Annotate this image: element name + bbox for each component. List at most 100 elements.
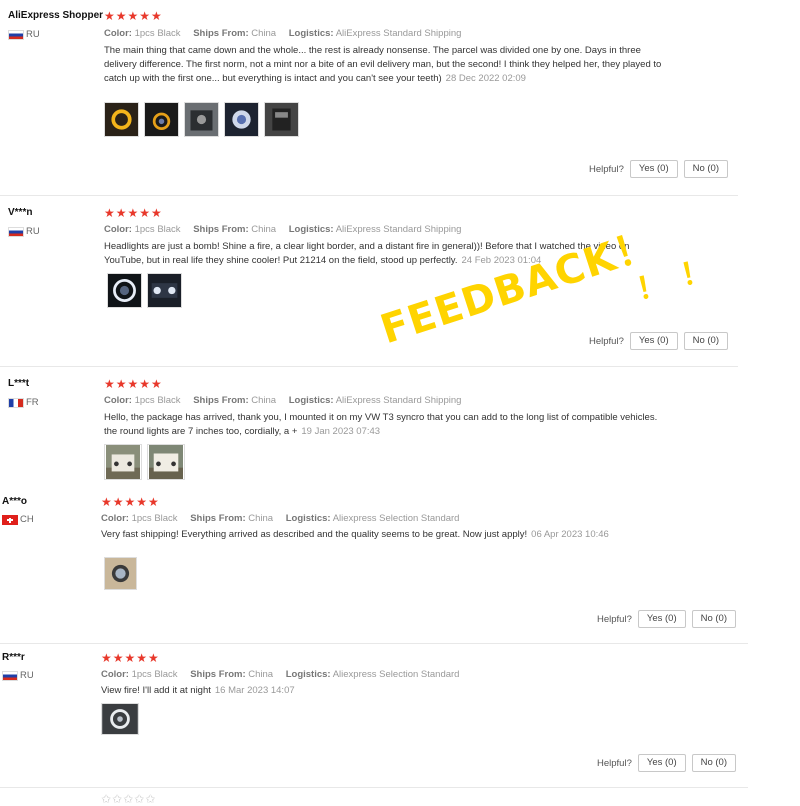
review-photo[interactable] [224,102,259,137]
star-rating: ★★★★★ [101,495,160,509]
review-photos [104,444,185,480]
color-value: 1pcs Black [131,513,178,524]
country-code: RU [20,670,34,681]
helpful-row: Helpful? Yes (0) No (0) [597,610,737,628]
color-value: 1pcs Black [134,395,181,406]
helpful-no-button[interactable]: No (0) [683,160,729,178]
review-meta: Color: 1pcs Black Ships From: China Logi… [101,669,459,680]
review-photo[interactable] [104,102,139,137]
helpful-no-button[interactable]: No (0) [683,332,729,350]
review-photo[interactable] [147,273,182,308]
star-rating: ★★★★★ [104,377,163,391]
color-label: Color: [101,669,129,680]
review-meta: Color: 1pcs Black Ships From: China Logi… [104,395,461,406]
review-text: Very fast shipping! Everything arrived a… [101,528,656,542]
reviewer-name: A***o [2,496,28,507]
logistics-value: AliExpress Standard Shipping [335,28,462,39]
review-divider [0,366,738,367]
review-photo[interactable] [101,703,139,735]
france-flag-icon [8,397,24,408]
review-photos [104,102,299,137]
russia-flag-icon [8,29,24,40]
review-meta: Color: 1pcs Black Ships From: China Logi… [101,513,459,524]
review-body: Very fast shipping! Everything arrived a… [101,529,528,540]
helpful-no-button[interactable]: No (0) [691,754,737,772]
logistics-label: Logistics: [288,224,334,235]
helpful-no-button[interactable]: No (0) [691,610,737,628]
russia-flag-icon [8,226,24,237]
color-label: Color: [101,513,129,524]
logistics-value: Aliexpress Selection Standard [332,513,460,524]
review-photos [104,557,137,590]
ships-from-value: China [248,513,274,524]
reviewer-name: V***n [8,207,33,218]
review-photo[interactable] [184,102,219,137]
reviewer-name: L***t [8,378,30,389]
review-photo[interactable] [104,557,137,590]
review-text: Hello, the package has arrived, thank yo… [104,411,664,439]
switzerland-flag-icon [2,514,18,525]
ships-from-label: Ships From: [193,224,249,235]
ships-from-value: China [248,669,274,680]
review-divider [0,787,748,788]
reviewer-country: RU [8,226,40,237]
color-value: 1pcs Black [131,669,178,680]
star-rating: ★★★★★ [104,9,163,23]
reviewer-name: AliExpress Shopper [8,10,104,21]
review-photo[interactable] [144,102,179,137]
next-review-star-rating: ✩✩✩✩✩ [101,792,157,806]
review-photos [107,273,182,308]
review-date: 16 Mar 2023 14:07 [214,685,295,696]
reviewer-country: RU [8,29,40,40]
exclamation-mark: ！ [677,253,715,294]
review-body: View fire! I'll add it at night [101,685,211,696]
helpful-label: Helpful? [589,163,624,175]
color-value: 1pcs Black [134,28,181,39]
helpful-label: Helpful? [597,613,632,625]
review-divider [0,643,748,644]
logistics-label: Logistics: [288,395,334,406]
helpful-yes-button[interactable]: Yes (0) [637,754,686,772]
review-date: 06 Apr 2023 10:46 [531,529,609,540]
helpful-row: Helpful? Yes (0) No (0) [589,160,729,178]
helpful-row: Helpful? Yes (0) No (0) [597,754,737,772]
helpful-yes-button[interactable]: Yes (0) [637,610,686,628]
ships-from-label: Ships From: [190,513,246,524]
helpful-yes-button[interactable]: Yes (0) [629,160,678,178]
ships-from-value: China [251,28,277,39]
star-rating: ★★★★★ [101,651,160,665]
review-body: Hello, the package has arrived, thank yo… [104,412,658,437]
helpful-label: Helpful? [597,757,632,769]
color-label: Color: [104,395,132,406]
review-photo[interactable] [264,102,299,137]
color-label: Color: [104,224,132,235]
review-meta: Color: 1pcs Black Ships From: China Logi… [104,28,461,39]
ships-from-value: China [251,395,277,406]
logistics-value: AliExpress Standard Shipping [335,395,462,406]
review-photo[interactable] [107,273,142,308]
review-photo[interactable] [147,444,185,480]
review-text: View fire! I'll add it at night 16 Mar 20… [101,684,661,698]
helpful-yes-button[interactable]: Yes (0) [629,332,678,350]
star-rating: ★★★★★ [104,206,163,220]
helpful-label: Helpful? [589,335,624,347]
review-text: The main thing that came down and the wh… [104,44,664,86]
logistics-label: Logistics: [285,669,331,680]
ships-from-value: China [251,224,277,235]
review-date: 19 Jan 2023 07:43 [301,426,381,437]
ships-from-label: Ships From: [190,669,246,680]
country-code: RU [26,29,40,40]
reviewer-country: FR [8,397,39,408]
ships-from-label: Ships From: [193,395,249,406]
review-body: The main thing that came down and the wh… [104,45,662,84]
reviewer-country: RU [2,670,34,681]
logistics-label: Logistics: [285,513,331,524]
country-code: CH [20,514,34,525]
review-divider [0,195,738,196]
color-label: Color: [104,28,132,39]
logistics-label: Logistics: [288,28,334,39]
reviewer-country: CH [2,514,34,525]
color-value: 1pcs Black [134,224,181,235]
review-photo[interactable] [104,444,142,480]
helpful-row: Helpful? Yes (0) No (0) [589,332,729,350]
